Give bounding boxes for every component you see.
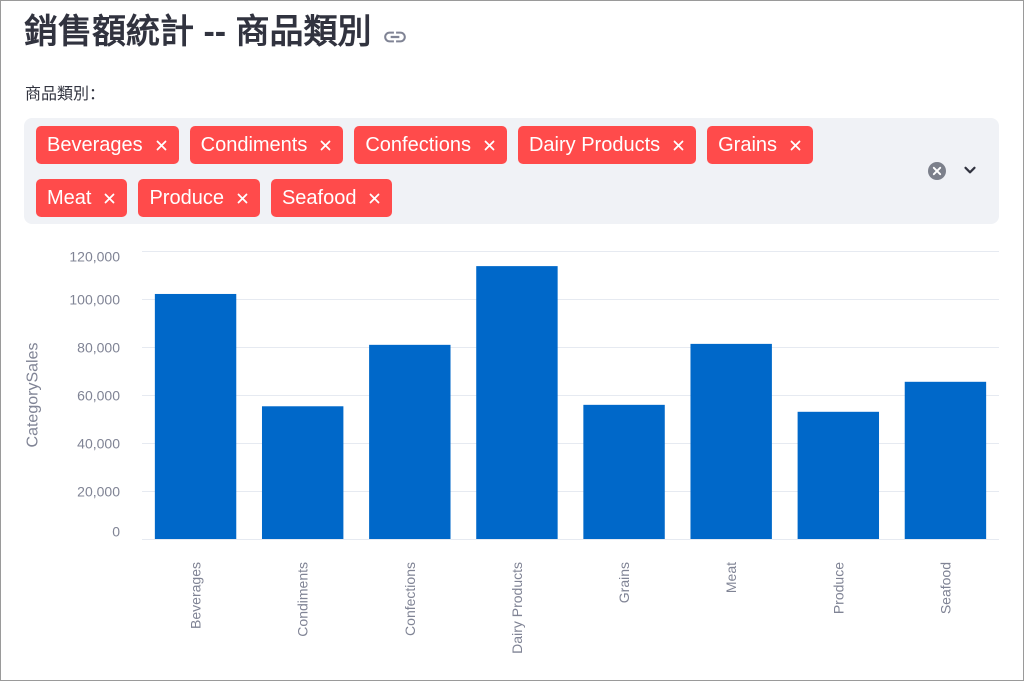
x-tick-label: Produce — [830, 562, 846, 614]
y-axis-title: CategorySales — [25, 343, 42, 448]
tag-condiments: Condiments — [189, 126, 344, 164]
bar-condiments — [261, 406, 344, 539]
x-tick-label: Meat — [723, 562, 739, 593]
tag-label: Grains — [718, 134, 778, 156]
remove-tag-icon[interactable] — [156, 140, 167, 151]
tag-label: Produce — [149, 187, 224, 209]
remove-tag-icon[interactable] — [104, 193, 115, 204]
y-tick-label: 40,000 — [77, 436, 120, 452]
link-icon[interactable] — [382, 24, 408, 50]
remove-tag-icon[interactable] — [237, 193, 248, 204]
bar-beverages — [154, 293, 237, 539]
tag-beverages: Beverages — [36, 126, 179, 164]
tag-label: Seafood — [281, 187, 357, 209]
bar-confections — [369, 344, 451, 539]
bar-seafood — [904, 381, 987, 539]
x-tick-label: Beverages — [188, 562, 204, 629]
bars — [154, 266, 987, 539]
y-tick-label: 60,000 — [77, 388, 120, 404]
y-tick-label: 100,000 — [69, 292, 120, 308]
tag-produce: Produce — [138, 179, 260, 217]
tag-confections: Confections — [354, 126, 507, 164]
y-tick-label: 0 — [112, 524, 120, 540]
x-tick-label: Seafood — [937, 562, 953, 614]
app-page: 銷售額統計 -- 商品類別 商品類別： Beverages Condiments… — [0, 0, 1024, 681]
tag-grains: Grains — [707, 126, 814, 164]
category-filter-label: 商品類別： — [25, 86, 106, 103]
y-tick-label: 20,000 — [77, 484, 120, 500]
page-title: 銷售額統計 -- 商品類別 — [24, 13, 372, 51]
y-axis-tick-labels: 0 20,000 40,000 60,000 80,000 100,000 120,000 — [69, 249, 120, 540]
header: 銷售額統計 -- 商品類別 — [24, 9, 408, 55]
bar-grains — [583, 404, 665, 539]
category-sales-bar-chart: 020,00040,00060,00080,000100,000120,000 … — [25, 249, 999, 654]
selected-tags: Beverages Condiments Confections Dairy P… — [36, 126, 896, 217]
remove-tag-icon[interactable] — [673, 140, 684, 151]
x-axis-tick-labels: Beverages Condiments Confections Dairy Prod… — [188, 562, 954, 654]
x-tick-label: Confections — [402, 562, 418, 636]
tag-seafood: Seafood — [270, 179, 393, 217]
y-tick-label: 80,000 — [77, 340, 120, 356]
clear-all-icon[interactable] — [927, 161, 947, 181]
y-tick-label: 120,000 — [69, 249, 120, 265]
x-tick-label: Dairy Products — [509, 562, 525, 654]
tag-label: Condiments — [200, 134, 308, 156]
remove-tag-icon[interactable] — [484, 140, 495, 151]
remove-tag-icon[interactable] — [369, 193, 380, 204]
tag-label: Meat — [47, 187, 92, 209]
x-tick-label: Condiments — [295, 562, 311, 637]
remove-tag-icon[interactable] — [790, 140, 801, 151]
bar-produce — [797, 411, 880, 539]
bar-dairy-products — [476, 266, 558, 539]
tag-dairy-products: Dairy Products — [517, 126, 697, 164]
tag-label: Dairy Products — [528, 134, 661, 156]
tag-label: Confections — [365, 134, 471, 156]
tag-label: Beverages — [47, 134, 143, 156]
bar-meat — [690, 343, 772, 539]
tag-meat: Meat — [36, 179, 128, 217]
chevron-down-icon[interactable] — [961, 161, 979, 179]
category-multiselect[interactable]: Beverages Condiments Confections Dairy P… — [24, 118, 999, 224]
x-tick-label: Grains — [616, 562, 632, 603]
remove-tag-icon[interactable] — [320, 140, 331, 151]
